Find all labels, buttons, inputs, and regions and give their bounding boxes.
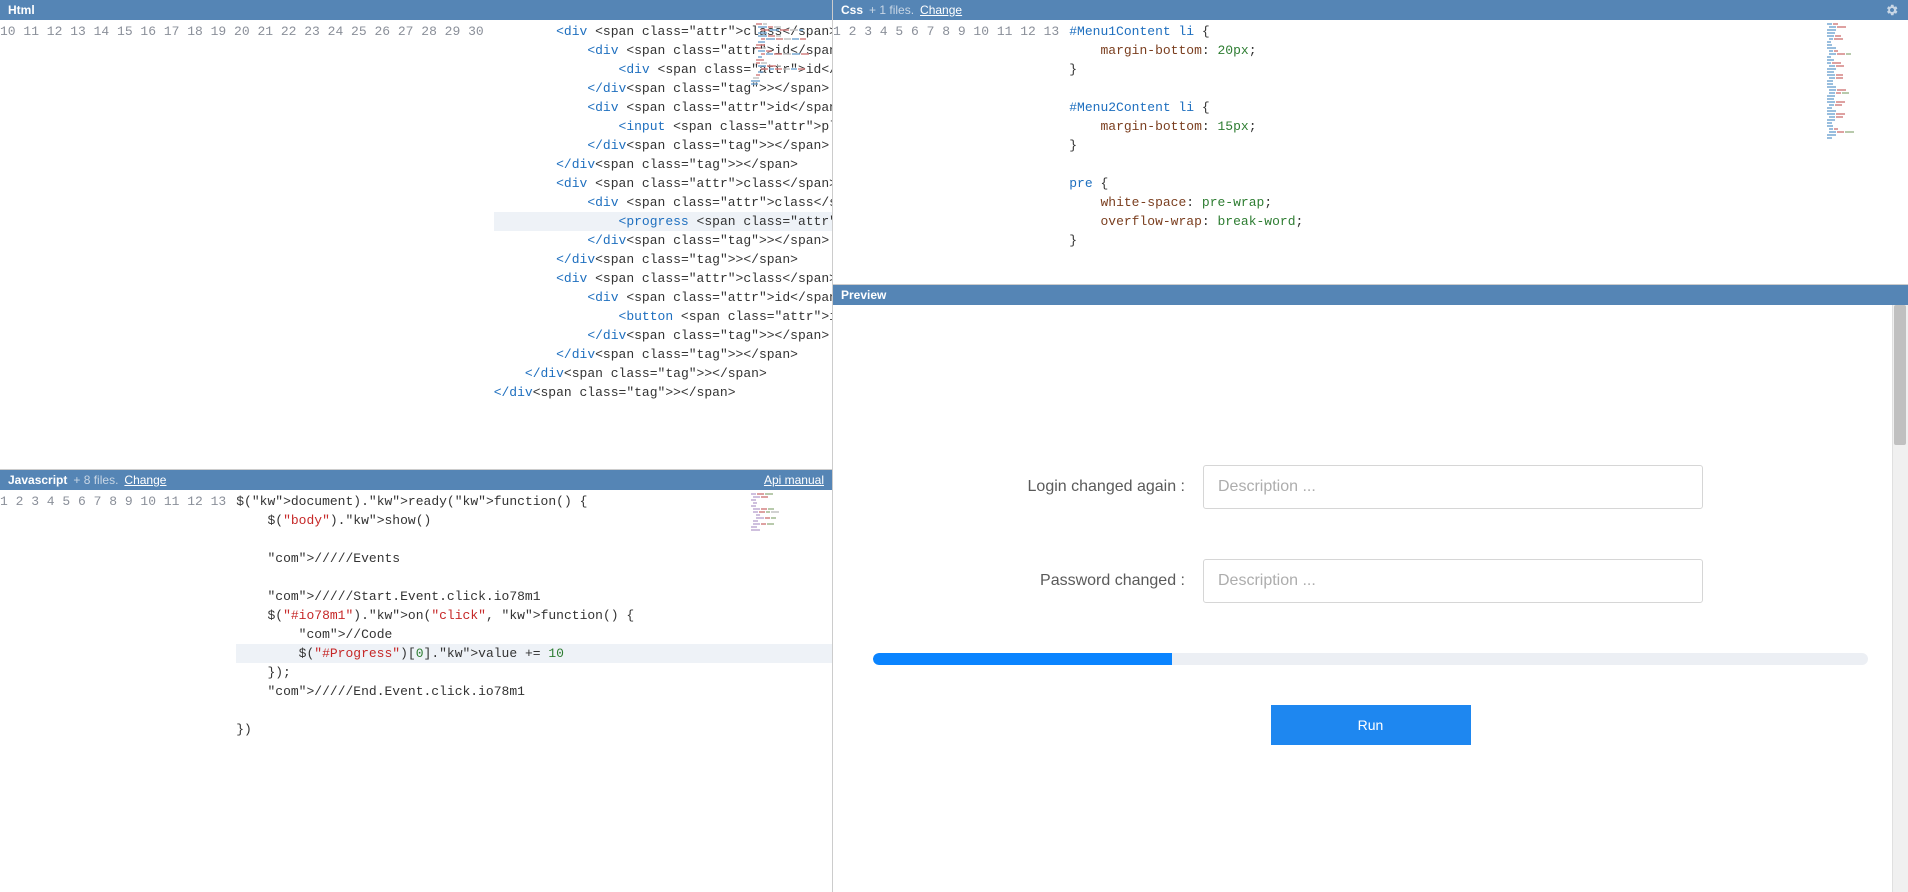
gear-icon[interactable]	[1884, 2, 1900, 18]
js-gutter: 1 2 3 4 5 6 7 8 9 10 11 12 13	[0, 490, 232, 892]
progress-bar	[873, 653, 1868, 665]
html-editor[interactable]: 10 11 12 13 14 15 16 17 18 19 20 21 22 2…	[0, 20, 832, 469]
css-panel: Css + 1 files. Change 1 2 3 4 5 6 7 8 9 …	[833, 0, 1908, 285]
js-change-link[interactable]: Change	[124, 473, 166, 487]
html-panel: Html 10 11 12 13 14 15 16 17 18 19 20 21…	[0, 0, 833, 470]
preview-body: Login changed again : Password changed :…	[833, 305, 1908, 892]
css-code[interactable]: #Menu1Content li { margin-bottom: 20px;}…	[1065, 20, 1908, 284]
css-change-link[interactable]: Change	[920, 3, 962, 17]
css-files-note: + 1 files.	[869, 3, 914, 17]
progress-fill	[873, 653, 1172, 665]
password-row: Password changed :	[873, 559, 1868, 603]
js-panel-header: Javascript + 8 files. Change Api manual	[0, 470, 832, 490]
login-input[interactable]	[1203, 465, 1703, 509]
js-editor[interactable]: 1 2 3 4 5 6 7 8 9 10 11 12 13 $("kw">doc…	[0, 490, 832, 892]
css-gutter: 1 2 3 4 5 6 7 8 9 10 11 12 13	[833, 20, 1065, 284]
html-gutter: 10 11 12 13 14 15 16 17 18 19 20 21 22 2…	[0, 20, 490, 469]
preview-scrollbar[interactable]	[1892, 305, 1908, 892]
preview-panel-header: Preview	[833, 285, 1908, 305]
login-row: Login changed again :	[873, 465, 1868, 509]
preview-scroll-thumb[interactable]	[1894, 305, 1906, 445]
html-panel-title: Html	[8, 3, 35, 17]
preview-panel: Preview Login changed again : Password c…	[833, 285, 1908, 892]
preview-panel-title: Preview	[841, 288, 886, 302]
css-panel-header: Css + 1 files. Change	[833, 0, 1908, 20]
run-button[interactable]: Run	[1271, 705, 1471, 745]
js-panel: Javascript + 8 files. Change Api manual …	[0, 470, 833, 892]
html-panel-header: Html	[0, 0, 832, 20]
js-files-note: + 8 files.	[73, 473, 118, 487]
password-input[interactable]	[1203, 559, 1703, 603]
css-editor[interactable]: 1 2 3 4 5 6 7 8 9 10 11 12 13 #Menu1Cont…	[833, 20, 1908, 284]
login-label: Login changed again :	[873, 478, 1203, 496]
html-code[interactable]: <div <span class="attr">class</span>=<sp…	[490, 20, 832, 469]
js-panel-title: Javascript	[8, 473, 67, 487]
css-panel-title: Css	[841, 3, 863, 17]
api-manual-link[interactable]: Api manual	[764, 473, 824, 487]
password-label: Password changed :	[873, 572, 1203, 590]
js-code[interactable]: $("kw">document)."kw">ready("kw">functio…	[232, 490, 832, 892]
